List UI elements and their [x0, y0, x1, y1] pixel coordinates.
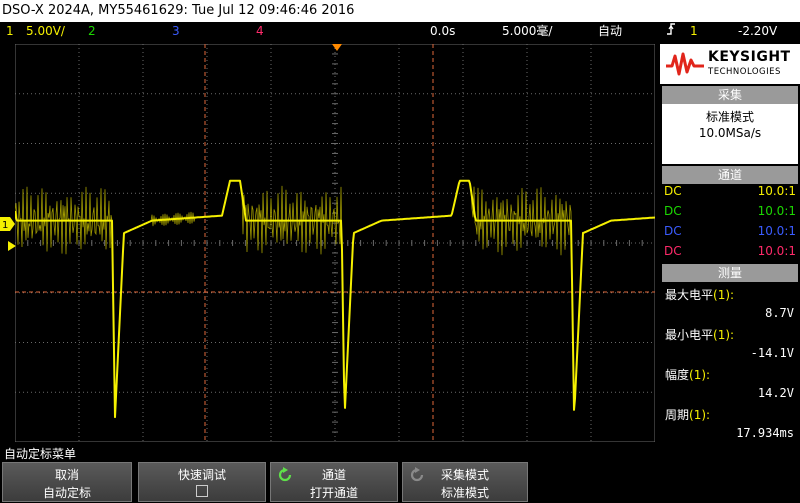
channel-coupling: DC: [664, 184, 682, 198]
window-title: DSO-X 2024A, MY55461629: Tue Jul 12 09:4…: [0, 0, 800, 22]
channel-row-2[interactable]: DC 10.0:1: [664, 204, 796, 223]
measure-amplitude-label[interactable]: 幅度(1):: [665, 366, 710, 383]
softkey-fast-debug[interactable]: 快速调试: [138, 462, 266, 502]
softkey-label: 采集模式: [440, 468, 489, 482]
channel-probe: 10.0:1: [757, 204, 796, 218]
measure-label: 周期: [665, 408, 690, 422]
measure-source: (1):: [713, 288, 735, 302]
softkey-channels[interactable]: 通道 打开通道: [270, 462, 398, 502]
side-panel: KEYSIGHT TECHNOLOGIES 采集 标准模式 10.0MSa/s …: [660, 44, 800, 442]
measure-source: (1):: [713, 328, 735, 342]
measure-max-label[interactable]: 最大电平(1):: [665, 286, 734, 303]
softkey-label: 通道: [321, 468, 346, 482]
acquisition-mode: 标准模式: [705, 110, 754, 124]
acquisition-body: 标准模式 10.0MSa/s: [662, 104, 798, 164]
softkey-cancel-autoscale[interactable]: 取消 自动定标: [2, 462, 132, 502]
channels-list: DC 10.0:1 DC 10.0:1 DC 10.0:1 DC 10.0:1: [662, 184, 798, 262]
svg-text:1: 1: [2, 220, 8, 231]
ch1-scale[interactable]: 5.00V/: [26, 22, 65, 40]
measure-list: 最大电平(1): 8.7V 最小电平(1): -14.1V 幅度(1): 14.…: [660, 284, 800, 440]
measure-period-value: 17.934ms: [736, 426, 794, 440]
waveform-display[interactable]: [15, 44, 655, 442]
graticule: [15, 44, 655, 442]
ch3-number[interactable]: 3: [172, 22, 180, 40]
time-offset[interactable]: 0.0s: [430, 22, 455, 40]
channel-probe: 10.0:1: [757, 224, 796, 238]
measure-max-value: 8.7V: [765, 306, 794, 320]
measure-source: (1):: [689, 408, 711, 422]
brand-logo: KEYSIGHT TECHNOLOGIES: [660, 44, 800, 84]
ch4-number[interactable]: 4: [256, 22, 264, 40]
softkey-label: 快速调试: [177, 468, 226, 482]
channel-coupling: DC: [664, 244, 682, 258]
measure-min-label[interactable]: 最小电平(1):: [665, 326, 734, 343]
measure-label: 幅度: [665, 368, 690, 382]
measure-label: 最大电平: [665, 288, 714, 302]
softkey-sublabel: 自动定标: [42, 486, 91, 500]
channel-probe: 10.0:1: [757, 244, 796, 258]
ch1-number[interactable]: 1: [6, 22, 14, 40]
brand-sub: TECHNOLOGIES: [708, 67, 781, 77]
brand-name: KEYSIGHT: [708, 49, 791, 65]
measure-header[interactable]: 测量: [662, 264, 798, 282]
softkey-sublabel: 打开通道: [309, 486, 358, 500]
softkey-acquire-mode[interactable]: 采集模式 标准模式: [402, 462, 528, 502]
measure-min-value: -14.1V: [750, 346, 794, 360]
trigger-mode[interactable]: 自动: [598, 22, 622, 40]
trigger-channel: 1: [690, 24, 698, 38]
measure-amplitude-value: 14.2V: [757, 386, 794, 400]
acquisition-header[interactable]: 采集: [662, 86, 798, 104]
channel-probe: 10.0:1: [757, 184, 796, 198]
measure-period-label[interactable]: 周期(1):: [665, 406, 710, 423]
channels-header[interactable]: 通道: [662, 166, 798, 184]
measure-source: (1):: [689, 368, 711, 382]
checkbox-icon[interactable]: [196, 485, 208, 497]
menu-title: 自动定标菜单: [4, 447, 77, 461]
trigger-level[interactable]: -2.20V: [738, 22, 777, 40]
channel-row-1[interactable]: DC 10.0:1: [664, 184, 796, 203]
ch2-number[interactable]: 2: [88, 22, 96, 40]
measure-label: 最小电平: [665, 328, 714, 342]
trigger-level-marker[interactable]: [8, 236, 16, 251]
channel-row-4[interactable]: DC 10.0:1: [664, 244, 796, 263]
ch1-ground-marker[interactable]: 1: [0, 216, 15, 231]
channel-coupling: DC: [664, 224, 682, 238]
status-bar: 1 5.00V/ 2 3 4 0.0s 5.000毫/ 自动: [0, 22, 660, 40]
sample-rate: 10.0MSa/s: [698, 126, 762, 140]
trigger-time-marker: [332, 44, 342, 51]
keysight-wave-icon: [666, 52, 704, 76]
trigger-slope-icon: [666, 22, 676, 41]
channel-row-3[interactable]: DC 10.0:1: [664, 224, 796, 243]
trigger-status: 1 -2.20V: [660, 22, 800, 40]
softkey-sublabel: 标准模式: [440, 486, 489, 500]
time-scale[interactable]: 5.000毫/: [502, 22, 552, 40]
softkey-label: 取消: [54, 468, 79, 482]
channel-coupling: DC: [664, 204, 682, 218]
